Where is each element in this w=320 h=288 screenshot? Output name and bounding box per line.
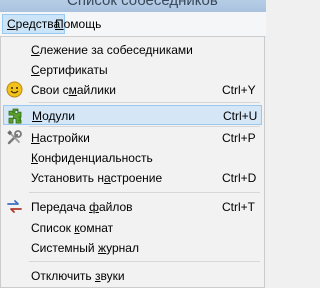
menu-item-label: Передача файлов	[31, 200, 133, 214]
window-title: Список собеседников	[67, 0, 218, 9]
menu-item-room-list[interactable]: Список комнат	[3, 218, 262, 238]
tools-dropdown-menu: Слежение за собеседниками Сертификаты Св…	[0, 36, 265, 288]
menu-item-mute-sounds[interactable]: Отключить звуки	[3, 266, 262, 286]
menu-item-label: Модули	[32, 109, 75, 123]
menu-item-label: Сертификаты	[31, 63, 108, 77]
menubar-item-help-label: омощь	[63, 17, 102, 31]
window-titlebar: Список собеседников	[0, 0, 266, 12]
menu-item-smileys[interactable]: Свои смайлики Ctrl+Y	[3, 80, 262, 100]
file-transfer-icon	[6, 198, 23, 215]
menu-item-label: Свои смайлики	[31, 83, 116, 97]
menu-item-label: Список комнат	[31, 221, 114, 235]
menu-item-label: Слежение за собеседниками	[31, 43, 193, 57]
menu-bar: Средства Помощь	[0, 12, 266, 37]
smiley-icon	[6, 81, 23, 98]
wrench-screwdriver-icon	[6, 129, 23, 146]
menubar-item-help-mnemonic: П	[55, 17, 64, 31]
menu-item-shortcut: Ctrl+Y	[222, 83, 256, 97]
menu-item-certificates[interactable]: Сертификаты	[3, 60, 262, 80]
menu-item-label: Отключить звуки	[31, 269, 125, 283]
puzzle-piece-icon	[7, 107, 24, 124]
menu-item-set-mood[interactable]: Установить настроение Ctrl+D	[3, 168, 262, 188]
menu-item-label: Настройки	[31, 131, 90, 145]
menu-item-modules[interactable]: Модули Ctrl+U	[3, 105, 262, 125]
menubar-item-help[interactable]: Помощь	[51, 15, 105, 33]
menu-separator	[29, 192, 260, 193]
menu-item-shortcut: Ctrl+U	[223, 109, 258, 123]
menubar-item-tools-mnemonic: С	[7, 17, 16, 31]
menu-item-shortcut: Ctrl+D	[222, 171, 257, 185]
menu-item-label: Конфиденциальность	[31, 151, 153, 165]
menu-item-privacy[interactable]: Конфиденциальность	[3, 148, 262, 168]
menu-item-contact-tracking[interactable]: Слежение за собеседниками	[3, 40, 262, 60]
menu-separator	[29, 261, 260, 262]
menu-item-settings[interactable]: Настройки Ctrl+P	[3, 128, 262, 148]
menu-separator	[29, 102, 260, 103]
menu-item-shortcut: Ctrl+T	[222, 200, 255, 214]
menu-item-system-log[interactable]: Системный журнал	[3, 238, 262, 258]
menu-item-label: Установить настроение	[31, 171, 163, 185]
menu-item-shortcut: Ctrl+P	[222, 131, 256, 145]
menu-item-file-transfer[interactable]: Передача файлов Ctrl+T	[3, 197, 262, 217]
menu-item-label: Системный журнал	[31, 241, 139, 255]
menu-separator	[29, 126, 260, 127]
